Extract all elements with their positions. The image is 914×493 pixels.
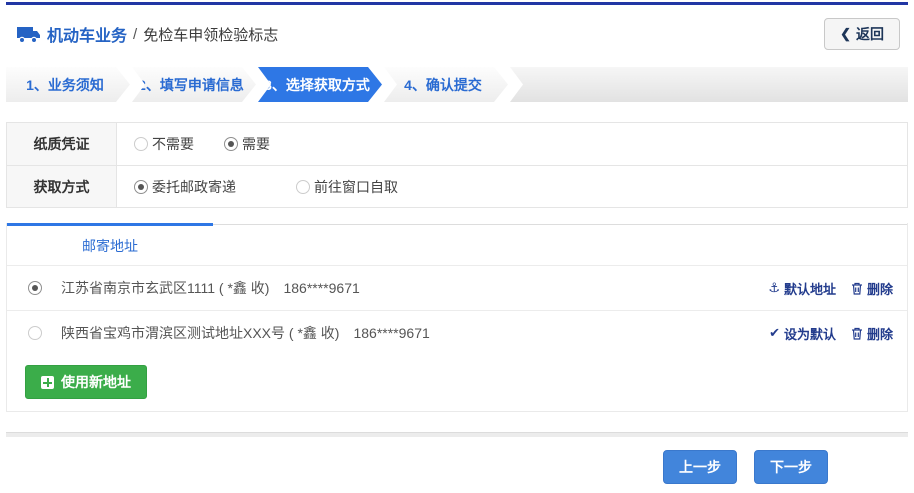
delete-address-button[interactable]: 删除	[851, 279, 893, 298]
step-label: 2、填写申请信息	[138, 75, 244, 95]
action-label: 删除	[867, 279, 893, 298]
previous-step-button[interactable]: 上一步	[663, 450, 737, 484]
radio-option-postal-delivery[interactable]: 委托邮政寄递	[134, 177, 236, 197]
address-row-1[interactable]: 江苏省南京市玄武区1111 ( *鑫 收) 186****9671 ⚓ 默认地址…	[7, 265, 907, 310]
form-row-obtain-method: 获取方式 委托邮政寄递 前往窗口自取	[7, 165, 907, 207]
truck-icon	[16, 26, 40, 43]
action-label: 默认地址	[784, 279, 836, 298]
radio-unchecked-icon[interactable]	[134, 137, 148, 151]
step-1-notice[interactable]: 1、业务须知	[6, 67, 130, 102]
form-label: 获取方式	[7, 166, 117, 207]
address-phone: 186****9671	[283, 280, 359, 296]
form-label: 纸质凭证	[7, 123, 117, 165]
trash-icon	[851, 282, 863, 295]
address-tabs: 邮寄地址	[7, 223, 907, 265]
radio-checked-icon[interactable]	[224, 137, 238, 151]
wizard-footer: 上一步 下一步	[0, 450, 914, 484]
radio-checked-icon[interactable]	[28, 281, 42, 295]
radio-unchecked-icon[interactable]	[296, 180, 310, 194]
plus-icon	[41, 376, 54, 389]
address-row-2[interactable]: 陕西省宝鸡市渭滨区测试地址XXX号 ( *鑫 收) 186****9671 ✔ …	[7, 310, 907, 355]
set-default-button[interactable]: ✔ 设为默认	[769, 324, 836, 343]
action-label: 删除	[867, 324, 893, 343]
radio-label: 需要	[242, 134, 270, 154]
footer-divider	[6, 432, 908, 437]
radio-label: 不需要	[152, 134, 194, 154]
breadcrumb-current: 免检车申领检验标志	[143, 24, 278, 45]
breadcrumb-separator: /	[133, 26, 137, 43]
options-form: 纸质凭证 不需要 需要 获取方式 委托邮政寄递 前往窗口自取	[6, 122, 908, 208]
address-phone: 186****9671	[353, 325, 429, 341]
page-title: 机动车业务	[47, 22, 127, 46]
button-label: 使用新地址	[61, 372, 131, 392]
back-button[interactable]: ❮ 返回	[824, 18, 900, 50]
radio-unchecked-icon[interactable]	[28, 326, 42, 340]
tabs-rest	[213, 224, 907, 265]
form-row-paper-voucher: 纸质凭证 不需要 需要	[7, 123, 907, 165]
default-address-button[interactable]: ⚓ 默认地址	[768, 279, 836, 298]
check-icon: ✔	[769, 325, 780, 341]
step-label: 3、选择获取方式	[264, 75, 370, 95]
back-button-label: 返回	[856, 24, 884, 44]
step-2-fill-info[interactable]: 2、填写申请信息	[132, 67, 256, 102]
steps-tail	[510, 67, 908, 102]
radio-option-no-need[interactable]: 不需要	[134, 134, 194, 154]
delete-address-button[interactable]: 删除	[851, 324, 893, 343]
radio-label: 前往窗口自取	[314, 177, 398, 197]
chevron-left-icon: ❮	[840, 26, 851, 42]
radio-option-need[interactable]: 需要	[224, 134, 270, 154]
step-label: 1、业务须知	[26, 75, 104, 95]
use-new-address-button[interactable]: 使用新地址	[25, 365, 147, 399]
step-3-choose-method[interactable]: 3、选择获取方式	[258, 67, 382, 102]
radio-option-window-pickup[interactable]: 前往窗口自取	[296, 177, 398, 197]
address-text: 陕西省宝鸡市渭滨区测试地址XXX号 ( *鑫 收)	[61, 323, 339, 343]
step-4-confirm-submit[interactable]: 4、确认提交	[384, 67, 508, 102]
wizard-steps: 1、业务须知 2、填写申请信息 3、选择获取方式 4、确认提交	[6, 67, 908, 102]
action-label: 设为默认	[784, 324, 836, 343]
tab-mailing-address[interactable]: 邮寄地址	[7, 223, 213, 265]
radio-label: 委托邮政寄递	[152, 177, 236, 197]
next-step-button[interactable]: 下一步	[754, 450, 828, 484]
page-header: 机动车业务 / 免检车申领检验标志 ❮ 返回	[0, 5, 914, 61]
radio-checked-icon[interactable]	[134, 180, 148, 194]
tab-label: 邮寄地址	[82, 236, 138, 256]
mailing-address-panel: 邮寄地址 江苏省南京市玄武区1111 ( *鑫 收) 186****9671 ⚓…	[6, 223, 908, 412]
trash-icon	[851, 327, 863, 340]
step-label: 4、确认提交	[404, 75, 482, 95]
address-text: 江苏省南京市玄武区1111 ( *鑫 收)	[61, 278, 269, 298]
anchor-icon: ⚓	[768, 280, 780, 296]
